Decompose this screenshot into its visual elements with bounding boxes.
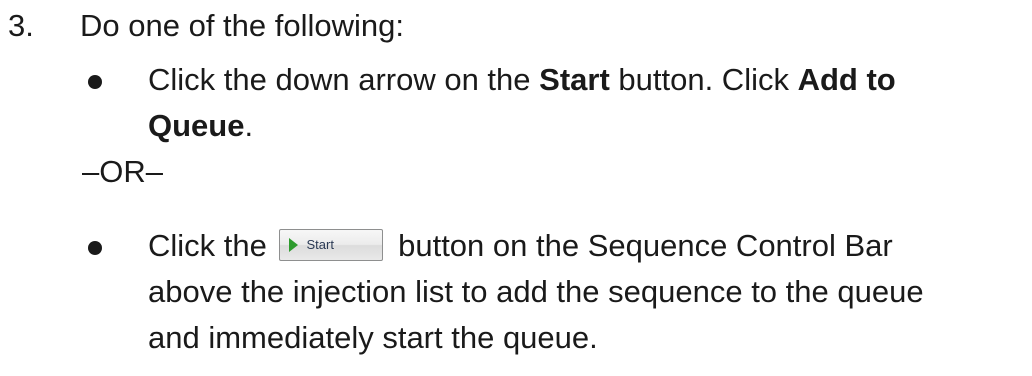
option-1-line-1: Click the down arrow on the Start button…: [148, 60, 896, 100]
bullet-icon: [88, 241, 102, 255]
option-1-text: Click the down arrow on the: [148, 62, 540, 97]
option-1-text: button. Click: [609, 62, 798, 97]
option-2-text: Click the: [148, 228, 276, 263]
option-1-period: .: [244, 108, 254, 143]
option-2-line-1: Click the Start button on the Sequence C…: [148, 226, 893, 266]
option-2-line-3: and immediately start the queue.: [148, 320, 598, 355]
option-1-add-to-bold: Add to: [797, 62, 896, 97]
step-number: 3.: [8, 8, 34, 43]
bullet-icon: [88, 75, 102, 89]
option-1-start-bold: Start: [539, 62, 610, 97]
option-2-line-2: above the injection list to add the sequ…: [148, 274, 924, 309]
instruction-document: 3. Do one of the following: Click the do…: [0, 0, 1032, 376]
start-button[interactable]: Start: [279, 228, 384, 261]
start-button-label: Start: [306, 236, 334, 252]
play-icon: [289, 237, 299, 252]
option-2-text: button on the Sequence Control Bar: [389, 228, 893, 263]
step-text: Do one of the following:: [80, 8, 404, 43]
option-1-line-2: Queue.: [148, 106, 253, 146]
option-1-queue-bold: Queue: [148, 108, 245, 143]
or-separator: –OR–: [82, 154, 163, 189]
